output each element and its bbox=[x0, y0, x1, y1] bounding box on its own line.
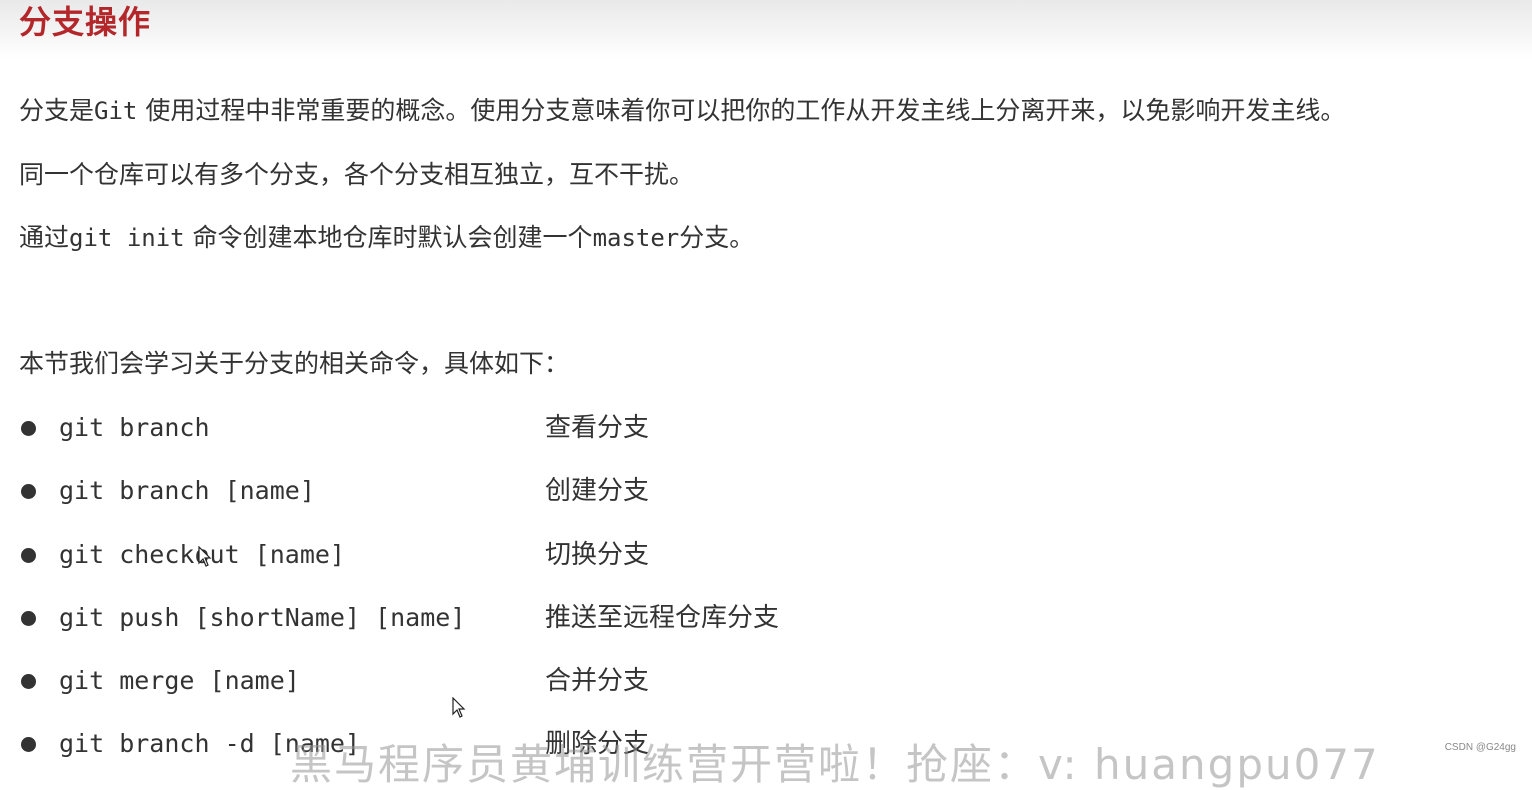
intro-line-3: 通过git init 命令创建本地仓库时默认会创建一个master分支。 bbox=[19, 222, 754, 254]
command-text: git branch bbox=[59, 413, 210, 442]
command-description: 推送至远程仓库分支 bbox=[545, 603, 780, 633]
intro-line-3-post: 分支。 bbox=[679, 223, 755, 252]
command-description: 切换分支 bbox=[545, 540, 650, 570]
intro-line-3-mid: 命令创建本地仓库时默认会创建一个 bbox=[184, 223, 593, 252]
intro-line-3-pre: 通过 bbox=[19, 223, 70, 252]
intro-line-3-code2: master bbox=[592, 224, 680, 252]
command-text: git push [shortName] [name] bbox=[59, 603, 466, 632]
intro-line-2: 同一个仓库可以有多个分支，各个分支相互独立，互不干扰。 bbox=[19, 160, 695, 189]
intro-line-1: 分支是Git 使用过程中非常重要的概念。使用分支意味着你可以把你的工作从开发主线… bbox=[19, 95, 1345, 127]
intro-line-1-post: 使用过程中非常重要的概念。使用分支意味着你可以把你的工作从开发主线上分离开来，以… bbox=[137, 96, 1346, 125]
bullet-icon bbox=[21, 674, 36, 689]
credit-label: CSDN @G24gg bbox=[1444, 742, 1516, 753]
bullet-icon bbox=[21, 611, 36, 626]
watermark-text: 黑马程序员黄埔训练营开营啦！抢座：v: huangpu077 bbox=[290, 740, 1380, 789]
intro-line-1-pre: 分支是 bbox=[19, 96, 95, 125]
bullet-icon bbox=[21, 484, 36, 499]
header-band bbox=[0, 0, 1532, 60]
command-item: git branch [name] 创建分支 bbox=[19, 474, 919, 508]
command-item: git checkout [name] 切换分支 bbox=[19, 538, 919, 572]
bullet-icon bbox=[21, 421, 36, 436]
command-item: git branch 查看分支 bbox=[19, 411, 919, 445]
intro-line-3-code: git init bbox=[69, 224, 185, 252]
command-text: git merge [name] bbox=[59, 666, 300, 695]
bullet-icon bbox=[21, 548, 36, 563]
bullet-icon bbox=[21, 737, 36, 752]
command-item: git push [shortName] [name] 推送至远程仓库分支 bbox=[19, 601, 919, 635]
command-description: 查看分支 bbox=[545, 413, 650, 443]
commands-intro: 本节我们会学习关于分支的相关命令，具体如下： bbox=[19, 349, 570, 378]
command-description: 创建分支 bbox=[545, 476, 650, 506]
intro-line-1-code: Git bbox=[94, 97, 138, 125]
page-title: 分支操作 bbox=[19, 3, 152, 41]
command-text: git branch [name] bbox=[59, 476, 315, 505]
command-description: 合并分支 bbox=[545, 666, 650, 696]
command-item: git merge [name] 合并分支 bbox=[19, 664, 919, 698]
